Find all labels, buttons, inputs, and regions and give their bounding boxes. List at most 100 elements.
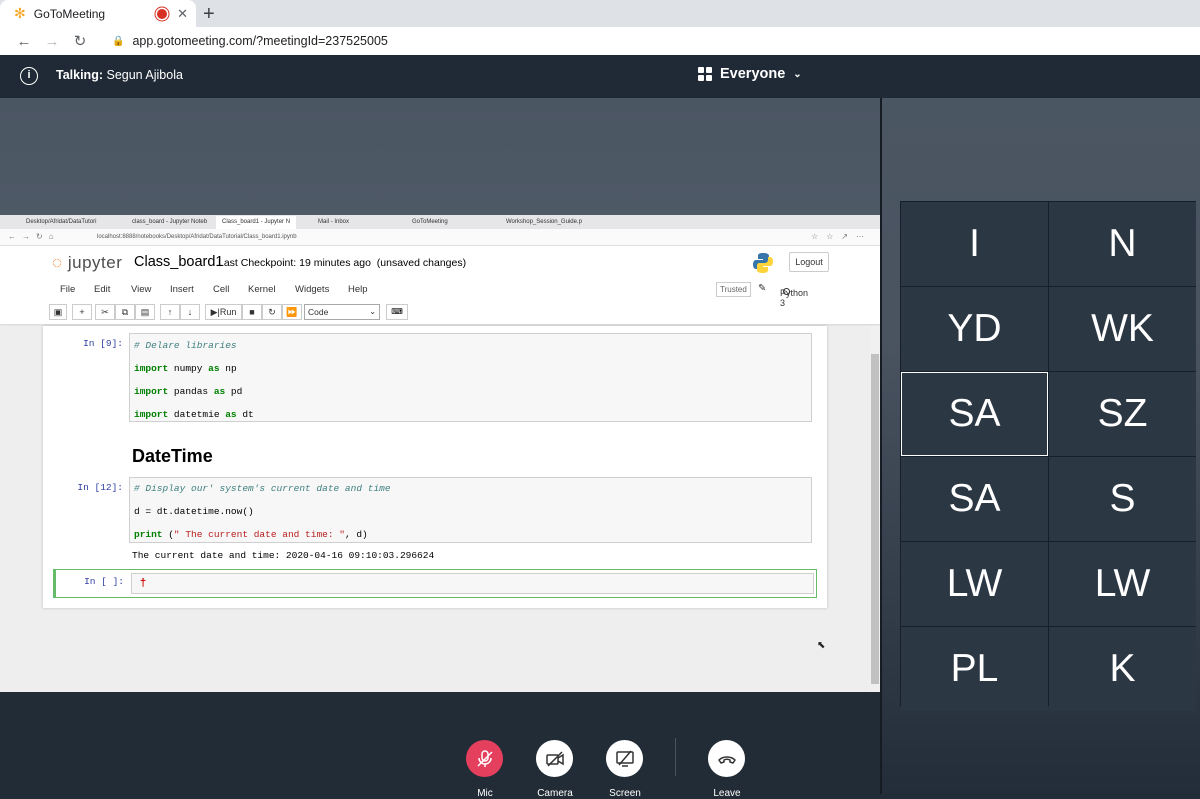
- paste-icon: ▤: [135, 304, 155, 320]
- notebook-area: In [9]: # Delare libraries import numpy …: [0, 326, 870, 692]
- reload-icon[interactable]: ↻: [66, 32, 94, 50]
- participant-tile[interactable]: WK: [1049, 287, 1196, 371]
- participant-tile[interactable]: I: [901, 202, 1048, 286]
- shared-tab: GoToMeeting: [412, 219, 448, 225]
- shared-browser-tabs: Desktop/Afridat/DataTutori class_board -…: [0, 215, 880, 229]
- code-line: import datetmie as dt: [134, 409, 254, 420]
- participant-tile-selected[interactable]: SA: [901, 372, 1048, 456]
- talking-name: Segun Ajibola: [106, 68, 183, 82]
- code-line: import numpy as np: [134, 363, 237, 374]
- screen-share-off-icon: [615, 750, 634, 767]
- browser-tab-strip: ✻ GoToMeeting ✕ +: [0, 0, 1200, 27]
- shared-tab: class_board - Jupyter Noteb: [132, 219, 208, 225]
- audience-selector[interactable]: Everyone ⌄: [698, 66, 802, 82]
- browser-tab[interactable]: ✻ GoToMeeting ✕: [0, 0, 196, 27]
- participant-tile[interactable]: N: [1049, 202, 1196, 286]
- cell-prompt: In [9]:: [83, 338, 123, 349]
- camera-off-icon: [545, 750, 564, 767]
- participant-tile[interactable]: K: [1049, 627, 1196, 711]
- shared-scrollbar: [870, 326, 880, 692]
- menu-widgets: Widgets: [295, 284, 330, 295]
- talking-indicator: Talking: Segun Ajibola: [56, 68, 183, 82]
- participant-tile[interactable]: YD: [901, 287, 1048, 371]
- meeting-controls: Mic Camera Screen Leave: [0, 692, 880, 799]
- back-icon[interactable]: ←: [10, 33, 38, 50]
- menu-kernel: Kernel: [248, 284, 276, 295]
- checkpoint-status: Last Checkpoint: 19 minutes ago (unsaved…: [218, 257, 467, 269]
- shared-nav-icons: ←→↻⌂: [8, 232, 60, 241]
- pencil-icon: ✎: [758, 283, 767, 294]
- menu-edit: Edit: [94, 284, 111, 295]
- leave-button[interactable]: [708, 740, 745, 777]
- new-tab-button[interactable]: +: [203, 3, 215, 26]
- hang-up-icon: [717, 755, 736, 764]
- controls-divider: [675, 738, 676, 776]
- python-logo-icon: [753, 253, 773, 273]
- move-up-icon: ↑: [160, 304, 180, 320]
- fast-forward-icon: ⏩: [282, 304, 302, 320]
- participant-grid: I N YD WK SA SZ SA S LW LW PL K: [900, 201, 1196, 711]
- code-line: d = dt.datetime.now(): [134, 506, 254, 517]
- code-line: import pandas as pd: [134, 386, 243, 397]
- stop-icon: ■: [242, 304, 262, 320]
- participant-tile[interactable]: S: [1049, 457, 1196, 541]
- shared-screen: Desktop/Afridat/DataTutori class_board -…: [0, 215, 880, 692]
- chevron-down-icon: ⌄: [793, 68, 802, 80]
- logout-button: Logout: [789, 252, 829, 272]
- menu-help: Help: [348, 284, 368, 295]
- code-line: print (" The current date and time: ", d…: [134, 529, 368, 540]
- cell-output: The current date and time: 2020-04-16 09…: [132, 550, 435, 561]
- participant-tile[interactable]: LW: [1049, 542, 1196, 626]
- cell-input: †: [131, 573, 814, 594]
- participant-tile[interactable]: SZ: [1049, 372, 1196, 456]
- notebook-name: Class_board1: [134, 254, 224, 270]
- lock-icon: 🔒: [112, 35, 125, 47]
- add-cell-icon: +: [72, 304, 92, 320]
- participant-tile[interactable]: LW: [901, 542, 1048, 626]
- camera-button[interactable]: [536, 740, 573, 777]
- jupyter-menubar: File Edit View Insert Cell Kernel Widget…: [60, 282, 809, 308]
- mouse-pointer-icon: ⬉: [817, 640, 826, 651]
- audience-label: Everyone: [720, 66, 786, 82]
- jupyter-logo: ◌ jupyter: [52, 253, 123, 272]
- screen-button[interactable]: [606, 740, 643, 777]
- notebook-page: In [9]: # Delare libraries import numpy …: [43, 326, 827, 608]
- restart-icon: ↻: [262, 304, 282, 320]
- menu-file: File: [60, 284, 76, 295]
- code-comment: # Delare libraries: [134, 340, 237, 351]
- jupyter-header: ◌ jupyter Class_board1 Last Checkpoint: …: [0, 246, 880, 280]
- shared-tab: Workshop_Session_Guide.p: [506, 219, 582, 225]
- code-cell: # Delare libraries import numpy as np im…: [129, 333, 812, 422]
- forward-icon[interactable]: →: [38, 33, 66, 50]
- close-tab-icon[interactable]: ✕: [177, 6, 188, 22]
- shared-tab-active: Class_board1 - Jupyter N: [216, 216, 297, 229]
- keyboard-icon: ⌨: [386, 304, 408, 320]
- code-comment: # Display our' system's current date and…: [134, 483, 391, 494]
- save-icon: ▣: [49, 304, 67, 320]
- cell-prompt: In [12]:: [77, 482, 123, 493]
- text-cursor-icon: †: [140, 577, 147, 589]
- run-button: ▶|Run: [205, 304, 242, 320]
- active-cell: In [ ]: †: [53, 569, 817, 598]
- menu-insert: Insert: [170, 284, 194, 295]
- trusted-badge: Trusted: [716, 282, 751, 297]
- browser-tab-title: GoToMeeting: [33, 6, 106, 21]
- shared-address-bar: ←→↻⌂ localhost:8888/notebooks/Desktop/Af…: [0, 229, 880, 246]
- address-bar[interactable]: app.gotomeeting.com/?meetingId=237525005: [132, 34, 387, 48]
- participant-tile[interactable]: SA: [901, 457, 1048, 541]
- markdown-heading: DateTime: [132, 446, 213, 466]
- menu-cell: Cell: [213, 284, 230, 295]
- gotomeeting-logo-icon: ✻: [14, 5, 26, 21]
- jupyter-toolbar: ▣ + ✂ ⧉ ▤ ↑ ↓ ▶|Run ■ ↻ ⏩ Code ⌄ ⌨: [0, 300, 880, 325]
- info-icon[interactable]: i: [20, 67, 38, 85]
- participant-tile[interactable]: PL: [901, 627, 1048, 711]
- shared-url: localhost:8888/notebooks/Desktop/Afridat…: [97, 234, 297, 240]
- move-down-icon: ↓: [180, 304, 200, 320]
- meeting-header: i Talking: Segun Ajibola Everyone ⌄: [0, 55, 1200, 98]
- kernel-idle-icon: [783, 288, 790, 295]
- grid-view-icon: [698, 67, 712, 81]
- mic-button[interactable]: [466, 740, 503, 777]
- cell-type-select: Code ⌄: [304, 304, 380, 320]
- copy-icon: ⧉: [115, 304, 135, 320]
- mic-muted-icon: [476, 749, 493, 767]
